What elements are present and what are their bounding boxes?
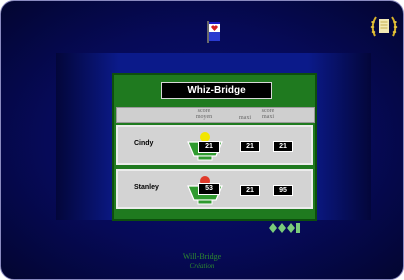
flag-heart-logo: [207, 21, 220, 43]
laurel-award-logo: [370, 16, 398, 37]
player-name: Stanley: [134, 184, 159, 191]
average-score: 21: [198, 141, 220, 153]
player-name: Cindy: [134, 140, 154, 147]
app-window: Whiz-Bridge score moyen maxi score maxi …: [0, 0, 404, 280]
page-title: Whiz-Bridge: [161, 82, 272, 99]
score-max-1: 21: [240, 185, 260, 196]
table-header: score moyen maxi score maxi: [116, 107, 315, 123]
score-max-2: 95: [273, 185, 293, 196]
player-row-cindy[interactable]: Cindy 21 21 21: [116, 125, 313, 165]
arrow-left-icon[interactable]: [269, 223, 277, 233]
brand-subtitle: Création: [189, 262, 215, 270]
arrow-down-icon[interactable]: [296, 223, 300, 233]
arrow-right-icon[interactable]: [278, 223, 286, 233]
brand-name: Will-Bridge: [182, 252, 222, 261]
header-average: score moyen: [195, 108, 213, 120]
score-max-1: 21: [240, 141, 260, 152]
average-score: 53: [198, 183, 220, 195]
player-row-stanley[interactable]: Stanley 53 21 95: [116, 169, 313, 209]
score-max-2: 21: [273, 141, 293, 152]
nav-arrows: [269, 223, 300, 233]
arrow-up-icon[interactable]: [287, 223, 295, 233]
header-max-score: score maxi: [261, 108, 275, 120]
header-max-first: maxi: [239, 115, 251, 121]
scores-panel: Whiz-Bridge score moyen maxi score maxi …: [112, 73, 317, 221]
